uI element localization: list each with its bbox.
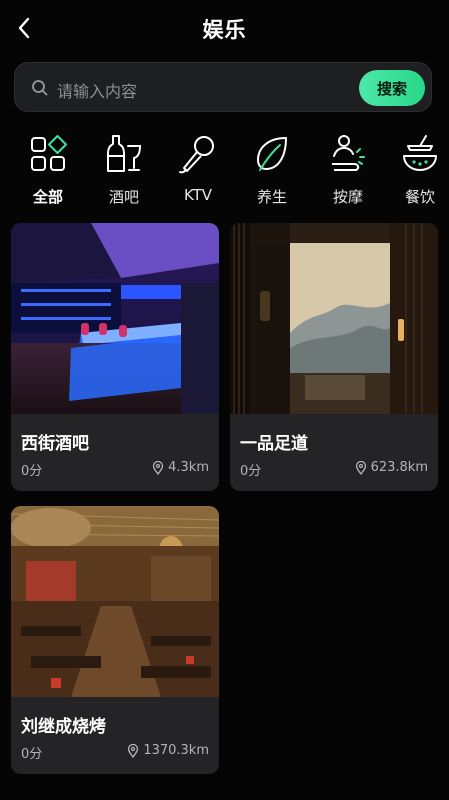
location-pin-icon — [355, 460, 366, 475]
microphone-icon — [179, 136, 214, 174]
category-dining[interactable]: 餐饮 — [390, 128, 449, 207]
search-icon — [32, 80, 48, 96]
page-title: 娱乐 — [202, 18, 247, 42]
food-icon — [403, 135, 437, 171]
venue-score: 0分 — [240, 464, 262, 479]
venue-score: 0分 — [21, 464, 43, 479]
venue-distance-value: 4.3km — [168, 460, 209, 475]
venue-distance: 4.3km — [152, 460, 209, 475]
header: 娱乐 — [0, 0, 449, 58]
category-wellness[interactable]: 养生 — [242, 128, 302, 207]
category-all-label: 全部 — [32, 188, 63, 206]
location-pin-icon — [152, 460, 164, 475]
category-bar-pub[interactable]: 酒吧 — [94, 128, 154, 207]
venue-card[interactable]: 刘继成烧烤 0分 1370.3km — [11, 506, 219, 774]
search-input[interactable]: 请输入内容 — [57, 78, 137, 102]
venue-card[interactable]: 西街酒吧 0分 4.3km — [11, 223, 219, 491]
category-massage-label: 按摩 — [332, 188, 363, 206]
venue-distance-value: 1370.3km — [143, 743, 209, 758]
grid-apps-icon — [31, 135, 67, 171]
location-pin-icon — [128, 743, 139, 758]
search-button[interactable]: 搜索 — [359, 70, 425, 106]
category-wellness-label: 养生 — [256, 188, 287, 206]
venue-distance: 1370.3km — [127, 743, 209, 758]
category-massage[interactable]: 按摩 — [318, 128, 378, 207]
category-ktv[interactable]: KTV — [168, 128, 228, 204]
category-dining-label: 餐饮 — [404, 188, 435, 206]
venue-name: 一品足道 — [240, 434, 308, 454]
category-bar: 全部 酒吧 KTV 养生 按摩 餐饮 — [0, 128, 449, 212]
venue-score: 0分 — [21, 747, 43, 762]
leaf-icon — [257, 137, 287, 171]
massage-icon — [332, 135, 365, 171]
entertainment-page: 娱乐 请输入内容 搜索 全部 酒吧 KTV 养生 按摩 餐饮 西街酒吧 0分 4… — [0, 0, 449, 800]
venue-name: 西街酒吧 — [21, 434, 89, 454]
venue-name: 刘继成烧烤 — [21, 717, 106, 737]
category-all[interactable]: 全部 — [18, 128, 78, 207]
search-bar: 请输入内容 搜索 — [14, 62, 432, 112]
venue-distance-value: 623.8km — [370, 460, 428, 475]
venue-distance: 623.8km — [355, 460, 428, 475]
spa-lobby-photo — [230, 223, 438, 414]
category-ktv-label: KTV — [183, 186, 213, 204]
venue-card[interactable]: 一品足道 0分 623.8km — [230, 223, 438, 491]
category-bar-label: 酒吧 — [108, 188, 139, 206]
bar-interior-photo — [11, 223, 219, 414]
restaurant-interior-photo — [11, 506, 219, 697]
bottle-glass-icon — [107, 135, 142, 172]
